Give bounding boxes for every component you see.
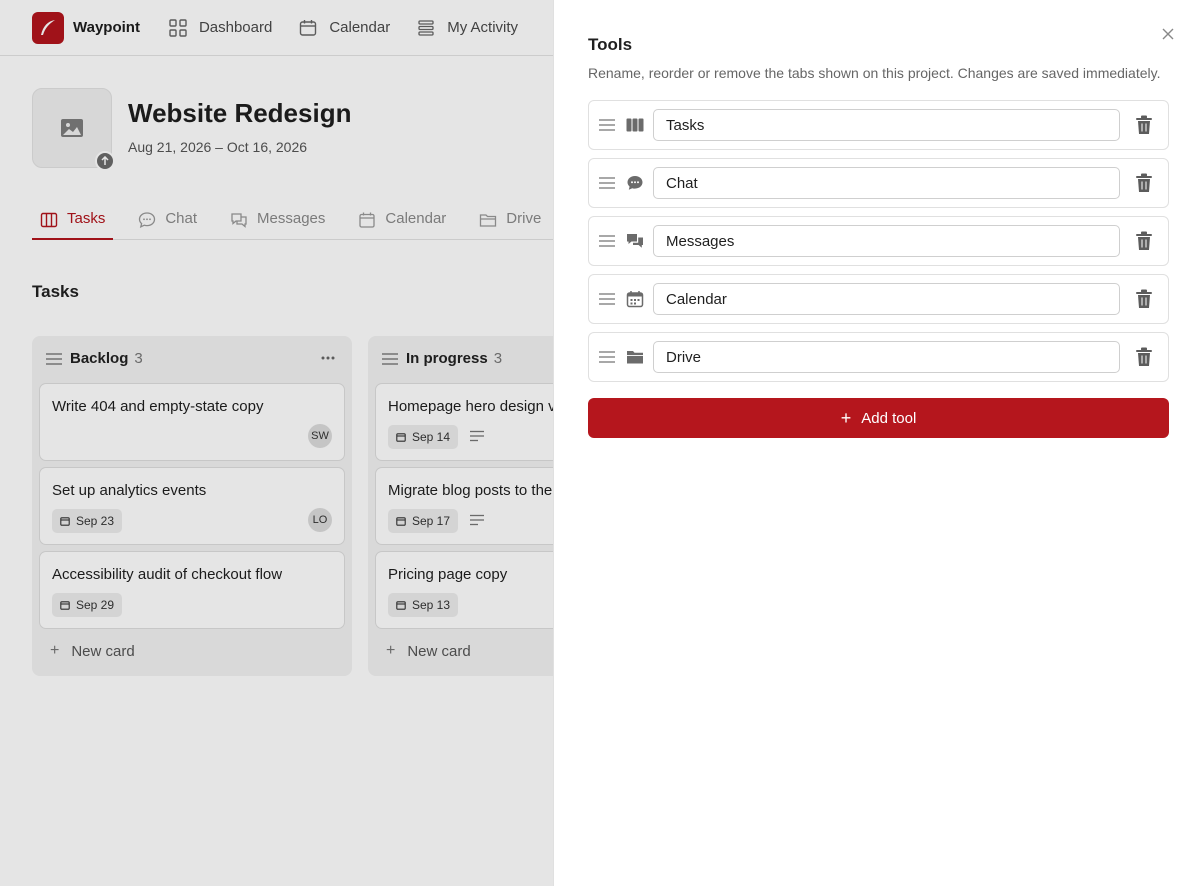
tool-name-input[interactable] (653, 341, 1120, 373)
tool-name-input[interactable] (653, 283, 1120, 315)
trash-icon[interactable] (1135, 173, 1153, 193)
drag-handle-icon[interactable] (598, 117, 616, 133)
drag-handle-icon[interactable] (598, 233, 616, 249)
tool-row (588, 216, 1169, 266)
tool-name-input[interactable] (653, 225, 1120, 257)
drag-handle-icon[interactable] (598, 291, 616, 307)
drawer-description: Rename, reorder or remove the tabs shown… (588, 65, 1161, 81)
calendar-icon (626, 291, 644, 308)
tool-row (588, 332, 1169, 382)
tool-name-input[interactable] (653, 167, 1120, 199)
trash-icon[interactable] (1135, 347, 1153, 367)
tools-drawer: Tools Rename, reorder or remove the tabs… (553, 0, 1200, 886)
tool-row (588, 100, 1169, 150)
close-button[interactable] (1159, 25, 1177, 43)
drawer-title: Tools (588, 35, 633, 54)
trash-icon[interactable] (1135, 231, 1153, 251)
trash-icon[interactable] (1135, 115, 1153, 135)
messages-icon (627, 234, 643, 248)
chat-icon (627, 176, 643, 190)
tool-row (588, 158, 1169, 208)
close-icon (1162, 28, 1174, 40)
plus-icon: + (840, 408, 852, 428)
trash-icon[interactable] (1135, 289, 1153, 309)
tool-row (588, 274, 1169, 324)
folder-icon (627, 351, 643, 364)
drag-handle-icon[interactable] (598, 175, 616, 191)
tool-name-input[interactable] (653, 109, 1120, 141)
board-icon (626, 118, 644, 132)
drag-handle-icon[interactable] (598, 349, 616, 365)
add-tool-label: Add tool (861, 409, 917, 427)
add-tool-button[interactable]: + Add tool (588, 398, 1169, 438)
